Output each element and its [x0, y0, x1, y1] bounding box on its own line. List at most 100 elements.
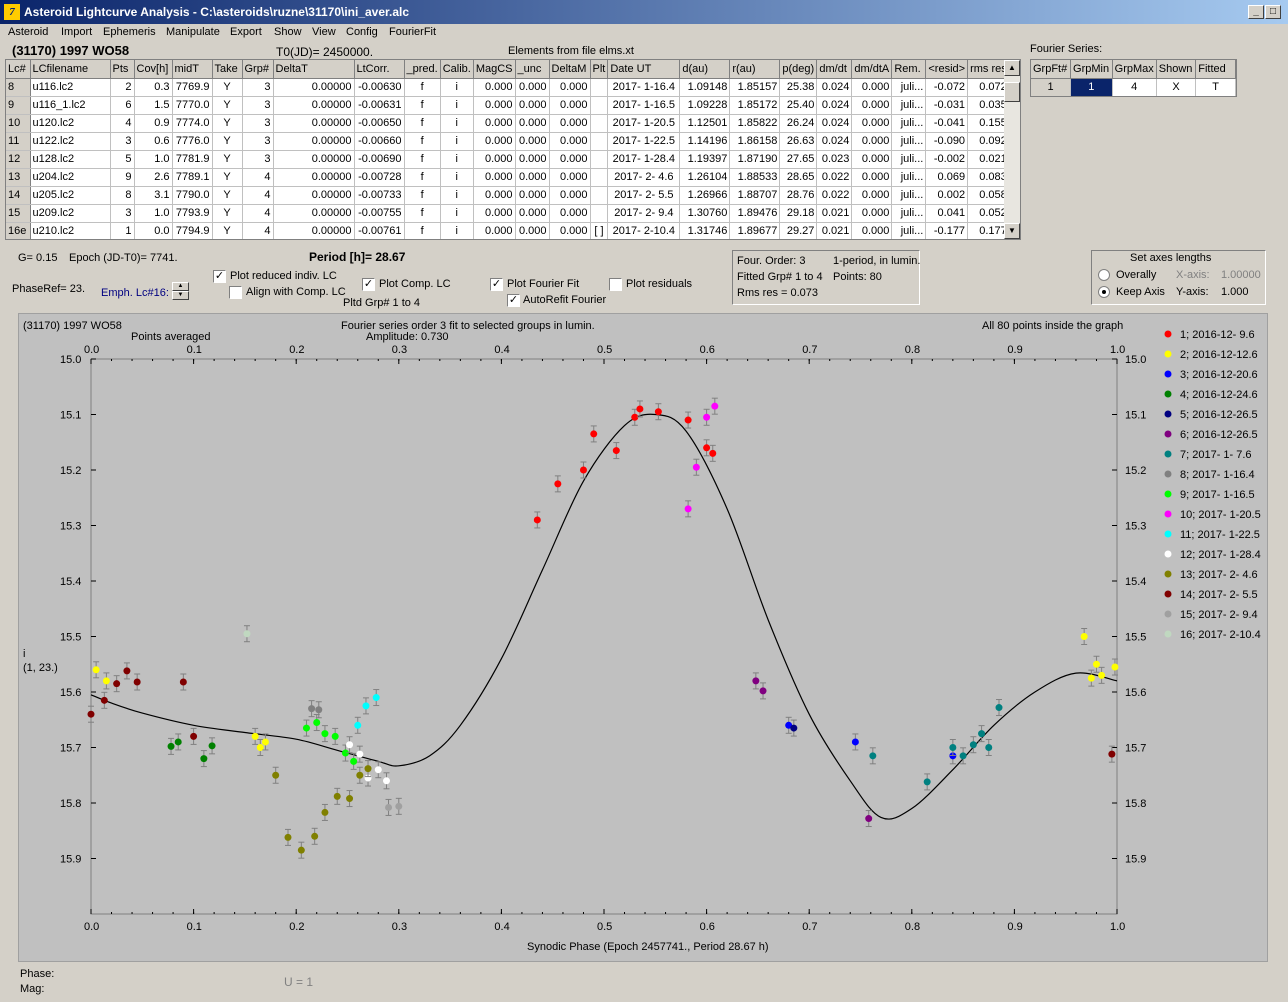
- table-cell[interactable]: 0.000: [473, 204, 516, 223]
- menu-fourierfit[interactable]: FourierFit: [389, 26, 436, 38]
- table-cell[interactable]: 0.023: [816, 150, 853, 169]
- scroll-down-icon[interactable]: ▼: [1004, 223, 1020, 239]
- table-cell[interactable]: 5: [110, 150, 135, 169]
- table-cell[interactable]: [590, 204, 609, 223]
- table-cell[interactable]: u128.lc2: [30, 150, 111, 169]
- table-cell[interactable]: 0.000: [549, 114, 591, 133]
- table-cell[interactable]: 2017- 2- 5.5: [607, 186, 681, 205]
- table-cell[interactable]: 2.6: [134, 168, 173, 187]
- ft-cell-grpmax[interactable]: 4: [1112, 78, 1157, 96]
- table-cell[interactable]: 3: [110, 132, 135, 151]
- table-cell[interactable]: 15: [6, 204, 31, 223]
- table-cell[interactable]: 3: [242, 132, 274, 151]
- table-cell[interactable]: i: [440, 186, 474, 205]
- table-cell[interactable]: 0.024: [816, 78, 853, 97]
- scroll-up-icon[interactable]: ▲: [1004, 60, 1020, 76]
- table-cell[interactable]: 0.000: [851, 222, 893, 239]
- table-cell[interactable]: 1.86158: [729, 132, 781, 151]
- table-row[interactable]: 16e u210.lc2 1 0.0 7794.9 Y 4 0.00000 -0.00761 f i…: [6, 222, 1010, 239]
- table-cell[interactable]: 14: [6, 186, 31, 205]
- table-cell[interactable]: Y: [212, 78, 243, 97]
- minimize-button[interactable]: _: [1248, 5, 1264, 19]
- table-cell[interactable]: u205.lc2: [30, 186, 111, 205]
- plot-reduced-checkbox[interactable]: ✓: [213, 270, 226, 283]
- table-cell[interactable]: 3: [242, 96, 274, 115]
- table-cell[interactable]: 1.89677: [729, 222, 781, 239]
- table-cell[interactable]: 1.87190: [729, 150, 781, 169]
- lightcurve-plot-panel[interactable]: (31170) 1997 WO58 Points averaged Fourie…: [18, 313, 1268, 962]
- table-cell[interactable]: 0.069: [925, 168, 969, 187]
- table-cell[interactable]: 0.000: [549, 204, 591, 223]
- table-cell[interactable]: 2017- 1-16.4: [607, 78, 681, 97]
- table-cell[interactable]: 0.00000: [273, 204, 355, 223]
- table-cell[interactable]: 4: [110, 114, 135, 133]
- table-cell[interactable]: 29.18: [779, 204, 818, 223]
- table-cell[interactable]: 0.000: [851, 168, 893, 187]
- table-cell[interactable]: 26.24: [779, 114, 818, 133]
- table-cell[interactable]: 7770.0: [172, 96, 213, 115]
- table-cell[interactable]: 2017- 2- 4.6: [607, 168, 681, 187]
- table-row[interactable]: 14 u205.lc2 8 3.1 7790.0 Y 4 0.00000 -0.00733 f i 0…: [6, 186, 1010, 205]
- table-cell[interactable]: 0.000: [851, 114, 893, 133]
- table-cell[interactable]: juli...: [891, 168, 927, 187]
- menu-manipulate[interactable]: Manipulate: [166, 26, 220, 38]
- table-cell[interactable]: 7793.9: [172, 204, 213, 223]
- table-cell[interactable]: 4: [242, 168, 274, 187]
- table-cell[interactable]: 0.000: [515, 204, 550, 223]
- table-cell[interactable]: 0.022: [816, 168, 853, 187]
- table-cell[interactable]: 0.000: [549, 168, 591, 187]
- table-scrollbar[interactable]: ▲ ▼: [1004, 60, 1020, 239]
- table-cell[interactable]: [590, 168, 609, 187]
- table-cell[interactable]: 0.000: [549, 132, 591, 151]
- table-cell[interactable]: juli...: [891, 132, 927, 151]
- table-cell[interactable]: 0.000: [515, 78, 550, 97]
- table-cell[interactable]: 0.000: [549, 222, 591, 239]
- table-cell[interactable]: 3: [242, 114, 274, 133]
- table-cell[interactable]: 0.000: [851, 78, 893, 97]
- table-cell[interactable]: 0.000: [851, 132, 893, 151]
- table-cell[interactable]: 7769.9: [172, 78, 213, 97]
- table-cell[interactable]: [590, 150, 609, 169]
- table-cell[interactable]: juli...: [891, 204, 927, 223]
- table-cell[interactable]: 0.155: [967, 114, 1010, 133]
- ft-cell-fitted[interactable]: T: [1195, 78, 1236, 96]
- table-cell[interactable]: 2017- 2-10.4: [607, 222, 681, 239]
- table-cell[interactable]: 1.0: [134, 150, 173, 169]
- table-cell[interactable]: 7790.0: [172, 186, 213, 205]
- table-cell[interactable]: -0.00660: [354, 132, 405, 151]
- table-cell[interactable]: -0.00733: [354, 186, 405, 205]
- table-cell[interactable]: 3: [242, 150, 274, 169]
- menu-export[interactable]: Export: [230, 26, 262, 38]
- table-row[interactable]: 11 u122.lc2 3 0.6 7776.0 Y 3 0.00000 -0.00660 f i 0…: [6, 132, 1010, 151]
- table-cell[interactable]: 1.85172: [729, 96, 781, 115]
- table-cell[interactable]: 29.27: [779, 222, 818, 239]
- table-cell[interactable]: 28.65: [779, 168, 818, 187]
- table-cell[interactable]: -0.041: [925, 114, 969, 133]
- table-cell[interactable]: f: [404, 78, 441, 97]
- table-cell[interactable]: 2017- 1-28.4: [607, 150, 681, 169]
- table-cell[interactable]: 0.058: [967, 186, 1010, 205]
- table-cell[interactable]: juli...: [891, 78, 927, 97]
- table-cell[interactable]: 9: [6, 96, 31, 115]
- table-cell[interactable]: i: [440, 114, 474, 133]
- table-row[interactable]: 15 u209.lc2 3 1.0 7793.9 Y 4 0.00000 -0.00755 f i 0…: [6, 204, 1010, 223]
- table-cell[interactable]: 2017- 2- 9.4: [607, 204, 681, 223]
- table-cell[interactable]: 1.31746: [679, 222, 731, 239]
- table-cell[interactable]: Y: [212, 204, 243, 223]
- table-cell[interactable]: f: [404, 204, 441, 223]
- table-cell[interactable]: -0.072: [925, 78, 969, 97]
- table-cell[interactable]: 12: [6, 150, 31, 169]
- table-cell[interactable]: Y: [212, 222, 243, 239]
- table-cell[interactable]: 6: [110, 96, 135, 115]
- table-cell[interactable]: 27.65: [779, 150, 818, 169]
- menu-asteroid[interactable]: Asteroid: [8, 26, 48, 38]
- table-cell[interactable]: i: [440, 150, 474, 169]
- table-cell[interactable]: f: [404, 222, 441, 239]
- table-cell[interactable]: 0.072: [967, 78, 1010, 97]
- table-cell[interactable]: 4: [242, 204, 274, 223]
- table-cell[interactable]: 8: [110, 186, 135, 205]
- table-cell[interactable]: juli...: [891, 222, 927, 239]
- plot-residuals-checkbox[interactable]: [609, 278, 622, 291]
- xaxis-value[interactable]: 1.00000: [1221, 269, 1261, 281]
- table-cell[interactable]: 0.092: [967, 132, 1010, 151]
